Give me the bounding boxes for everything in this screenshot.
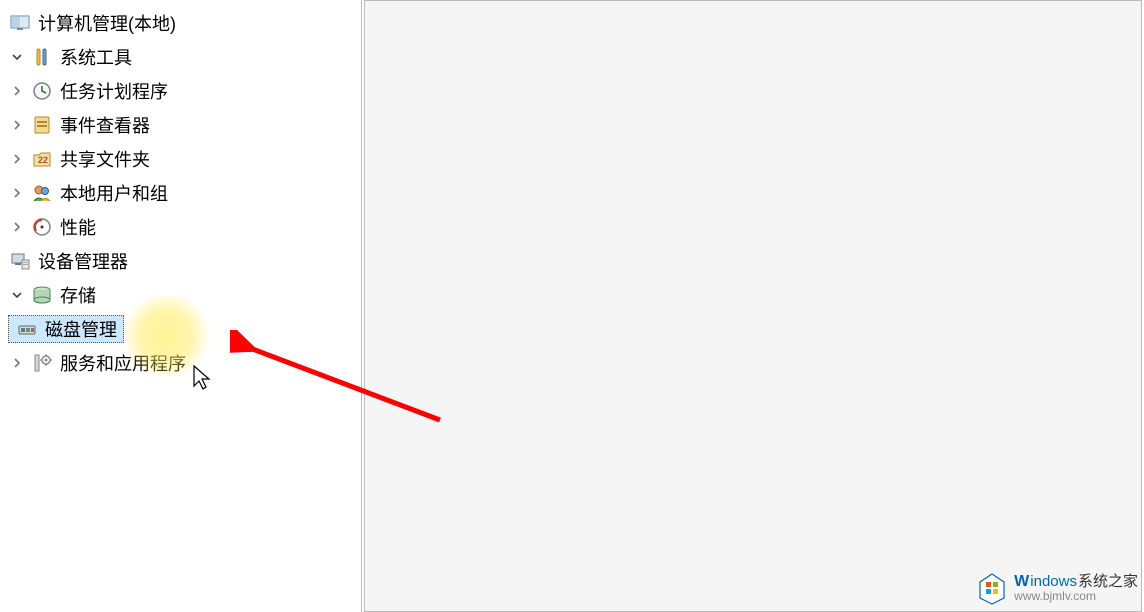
svg-text:22: 22 [38, 155, 48, 165]
expander-collapse-icon[interactable] [8, 48, 26, 66]
expander-collapse-icon[interactable] [8, 286, 26, 304]
tree-item-performance[interactable]: 性能 [0, 210, 361, 244]
tree-root: 计算机管理(本地) 系统工具 [0, 6, 361, 380]
tree-label: 服务和应用程序 [60, 350, 186, 376]
device-manager-icon [8, 249, 32, 273]
tree-label: 共享文件夹 [60, 146, 150, 172]
tree-label: 任务计划程序 [60, 78, 168, 104]
watermark-brand-w: W [1014, 573, 1029, 591]
expander-expand-icon[interactable] [8, 150, 26, 168]
tree-label: 存储 [60, 282, 96, 308]
tree-item-computer-management[interactable]: 计算机管理(本地) [0, 6, 361, 40]
disk-management-icon [15, 317, 39, 341]
tree-label: 系统工具 [60, 44, 132, 70]
services-icon [30, 351, 54, 375]
tree-item-shared-folders[interactable]: 22 共享文件夹 [0, 142, 361, 176]
tree-panel: 计算机管理(本地) 系统工具 [0, 0, 362, 612]
watermark-brand-rest: indows [1030, 574, 1077, 591]
tree-label: 磁盘管理 [45, 316, 117, 342]
expander-expand-icon[interactable] [8, 218, 26, 236]
expander-expand-icon[interactable] [8, 184, 26, 202]
users-icon [30, 181, 54, 205]
tree-label: 设备管理器 [38, 248, 128, 274]
expander-expand-icon[interactable] [8, 116, 26, 134]
tree-item-storage[interactable]: 存储 [0, 278, 361, 312]
expander-expand-icon[interactable] [8, 354, 26, 372]
tree-label: 计算机管理(本地) [38, 10, 176, 36]
computer-management-icon [8, 11, 32, 35]
performance-icon [30, 215, 54, 239]
watermark-logo-icon [974, 570, 1010, 606]
tree-label: 性能 [60, 214, 96, 240]
content-panel [364, 0, 1142, 612]
tree-item-system-tools[interactable]: 系统工具 [0, 40, 361, 74]
tree-item-disk-management[interactable]: 磁盘管理 [0, 312, 361, 346]
tree-item-local-users[interactable]: 本地用户和组 [0, 176, 361, 210]
system-tools-icon [30, 45, 54, 69]
watermark: Windows 系统之家 www.bjmlv.com [974, 570, 1138, 606]
tree-label: 事件查看器 [60, 112, 150, 138]
watermark-brand-cn: 系统之家 [1078, 574, 1138, 591]
tree-label: 本地用户和组 [60, 180, 168, 206]
shared-folder-icon: 22 [30, 147, 54, 171]
tree-item-task-scheduler[interactable]: 任务计划程序 [0, 74, 361, 108]
tree-item-services[interactable]: 服务和应用程序 [0, 346, 361, 380]
tree-item-event-viewer[interactable]: 事件查看器 [0, 108, 361, 142]
clock-icon [30, 79, 54, 103]
event-viewer-icon [30, 113, 54, 137]
storage-icon [30, 283, 54, 307]
tree-item-device-manager[interactable]: 设备管理器 [0, 244, 361, 278]
watermark-url: www.bjmlv.com [1014, 590, 1138, 603]
expander-expand-icon[interactable] [8, 82, 26, 100]
